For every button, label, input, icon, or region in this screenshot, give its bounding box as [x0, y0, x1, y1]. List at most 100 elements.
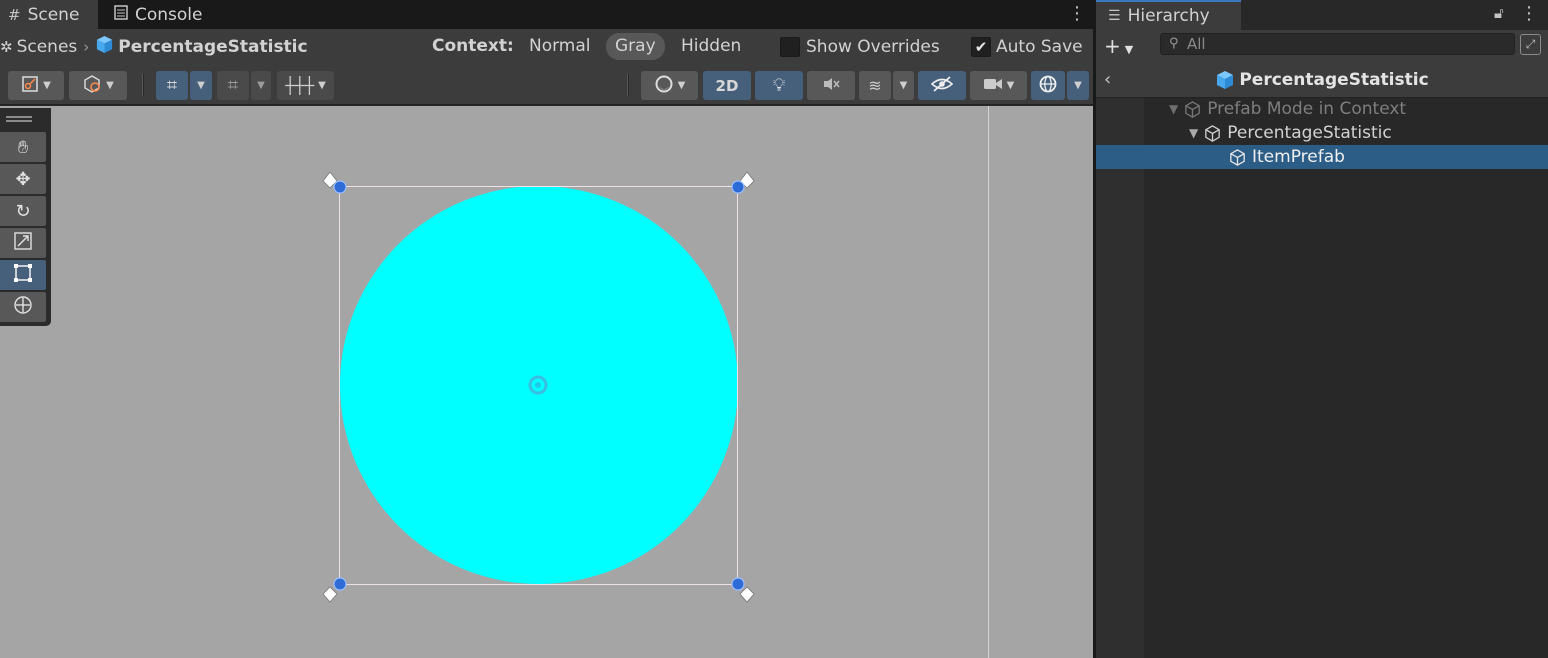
move-tool-button[interactable]: ✥: [0, 164, 46, 194]
gizmos-dropdown[interactable]: ▼: [1067, 71, 1089, 100]
chevron-down-icon: ▼: [318, 80, 326, 91]
hierarchy-list-icon: ☰: [1108, 8, 1121, 24]
hierarchy-search-bar: + ▼ ⚲ All ⤢: [1096, 30, 1548, 62]
increment-snap-toggle[interactable]: ⌗: [217, 71, 249, 100]
gizmo-globe-icon: [1038, 74, 1058, 98]
tool-palette: ✋︎ ✥ ↻: [0, 108, 51, 326]
transform-tool-button[interactable]: [0, 292, 46, 322]
move-arrows-icon: ✥: [15, 168, 31, 190]
grid-snap-dropdown[interactable]: ▼: [190, 71, 212, 100]
chevron-down-icon: ▼: [677, 80, 686, 91]
toolbar-separator: [142, 74, 144, 96]
draw-mode-dropdown[interactable]: ▼: [8, 71, 64, 100]
context-gray-option[interactable]: Gray: [606, 33, 665, 60]
chevron-down-icon: ▼: [1124, 43, 1134, 56]
speaker-muted-icon: [822, 76, 840, 96]
draw-mode-icon: [21, 75, 39, 97]
anchor-handle-bottom-right[interactable]: [731, 577, 755, 603]
eye-hidden-icon: [930, 75, 954, 96]
show-overrides-label: Show Overrides: [806, 37, 940, 57]
scene-visibility-toggle[interactable]: [918, 71, 966, 100]
gizmos-toggle[interactable]: [1031, 71, 1065, 100]
tree-row-prefab-mode-context[interactable]: ▼ Prefab Mode in Context: [1096, 97, 1548, 121]
sphere-icon: [654, 74, 674, 98]
prefab-cube-icon: [95, 35, 114, 59]
breadcrumb-prefab-label: PercentageStatistic: [118, 37, 308, 57]
anchor-handle-top-right[interactable]: [731, 171, 755, 194]
hand-tool-button[interactable]: ✋︎: [0, 132, 46, 162]
tab-scene-label: Scene: [27, 4, 80, 25]
chevron-down-icon: ▼: [43, 80, 51, 91]
hierarchy-window: ☰ Hierarchy 🔓︎ ⋮ + ▼ ⚲ All ⤢ ‹ Percentage…: [1096, 0, 1548, 658]
scene-viewport[interactable]: ✋︎ ✥ ↻: [0, 106, 1093, 658]
unity-logo-icon: ✲: [0, 38, 13, 56]
hand-icon: ✋︎: [17, 136, 29, 158]
palette-grip-handle[interactable]: [6, 116, 32, 122]
tab-hierarchy[interactable]: ☰ Hierarchy: [1096, 0, 1241, 30]
increment-snap-dropdown[interactable]: ▼: [251, 71, 271, 100]
chevron-down-icon: ▼: [106, 80, 114, 91]
magnet-grid-icon: ⌗: [227, 75, 239, 96]
chevron-down-icon: ▼: [257, 80, 265, 91]
rect-tool-button[interactable]: [0, 260, 46, 290]
tab-scene[interactable]: # Scene: [0, 0, 98, 29]
anchor-handle-bottom-left[interactable]: [322, 577, 347, 603]
lighting-toggle[interactable]: 💡︎: [755, 71, 803, 100]
anchor-handle-top-left[interactable]: [322, 171, 347, 194]
show-overrides-checkbox[interactable]: [780, 37, 800, 57]
lightbulb-icon: 💡︎: [772, 75, 786, 96]
search-by-type-button[interactable]: ⤢: [1520, 34, 1541, 55]
gameobject-cube-icon: [1205, 124, 1221, 142]
2d-mode-toggle[interactable]: 2D: [703, 71, 751, 100]
hierarchy-gutter: [1096, 98, 1144, 658]
render-mode-dropdown[interactable]: ▼: [69, 71, 127, 100]
tab-console-label: Console: [135, 4, 203, 25]
tree-row-percentage-statistic[interactable]: ▼ PercentageStatistic: [1096, 121, 1548, 145]
back-arrow-icon[interactable]: ‹: [1104, 69, 1111, 90]
search-icon: ⚲: [1169, 36, 1179, 51]
breadcrumb-prefab[interactable]: PercentageStatistic: [95, 35, 308, 59]
tree-row-label: PercentageStatistic: [1227, 123, 1392, 143]
effects-toggle[interactable]: ≋: [859, 71, 891, 100]
breadcrumb-chevron-icon: ›: [83, 38, 90, 56]
lock-icon[interactable]: 🔓︎: [1494, 4, 1504, 22]
hierarchy-more-menu-icon[interactable]: ⋮: [1520, 3, 1538, 25]
scene-more-menu-icon[interactable]: ⋮: [1068, 3, 1086, 25]
transform-combo-icon: [13, 295, 33, 320]
shading-mode-dropdown[interactable]: ▼: [641, 71, 698, 100]
gameobject-cube-icon: [1230, 148, 1245, 166]
search-expand-icon: ⤢: [1525, 37, 1536, 51]
rotate-icon: ↻: [15, 200, 31, 222]
console-icon: [114, 5, 128, 24]
hierarchy-search-input[interactable]: ⚲ All: [1160, 33, 1515, 55]
chevron-down-icon: ▼: [197, 80, 205, 91]
ruler-snap-dropdown[interactable]: ┼┼┼ ▼: [277, 71, 334, 100]
expand-arrow-icon[interactable]: ▼: [1169, 102, 1178, 116]
scale-tool-button[interactable]: [0, 228, 46, 258]
pivot-center: [535, 382, 541, 388]
rotate-tool-button[interactable]: ↻: [0, 196, 46, 226]
effects-dropdown[interactable]: ▼: [893, 71, 914, 100]
context-normal-option[interactable]: Normal: [520, 33, 600, 60]
audio-toggle[interactable]: [807, 71, 855, 100]
toolbar-separator: [627, 74, 629, 96]
rect-transform-icon: [13, 263, 33, 288]
scene-window: # Scene Console ⋮ ✲ Scenes › PercentageS…: [0, 0, 1093, 658]
expand-arrow-icon[interactable]: ▼: [1189, 126, 1198, 140]
breadcrumb-scenes[interactable]: ✲ Scenes: [0, 37, 77, 57]
context-label: Context:: [432, 36, 514, 56]
breadcrumb-scenes-label: Scenes: [16, 37, 78, 57]
create-add-button[interactable]: + ▼: [1104, 34, 1133, 58]
grid-snap-icon: ⌗: [166, 75, 178, 96]
chevron-down-icon: ▼: [899, 80, 908, 91]
context-hidden-option[interactable]: Hidden: [672, 33, 750, 60]
ruler-icon: ┼┼┼: [285, 76, 315, 95]
tree-row-item-prefab[interactable]: ItemPrefab: [1096, 145, 1548, 169]
camera-settings-dropdown[interactable]: ▼: [970, 71, 1027, 100]
grid-snap-toggle[interactable]: ⌗: [156, 71, 188, 100]
grid-hash-icon: #: [8, 5, 21, 24]
prefab-header-title: PercentageStatistic: [1239, 69, 1429, 90]
tab-console[interactable]: Console: [106, 0, 221, 29]
tab-hierarchy-label: Hierarchy: [1127, 6, 1210, 26]
auto-save-checkbox[interactable]: ✔: [971, 37, 991, 57]
